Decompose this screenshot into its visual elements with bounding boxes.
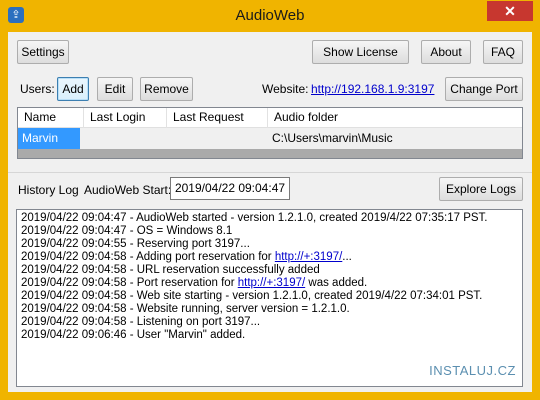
website-link[interactable]: http://192.168.1.9:3197 <box>311 82 434 96</box>
cell-last-login[interactable] <box>84 128 167 149</box>
column-header-last-request[interactable]: Last Request <box>167 108 268 128</box>
log-link[interactable]: http://+:3197/ <box>238 277 305 289</box>
settings-button[interactable]: Settings <box>17 40 69 64</box>
log-line-text: was added. <box>305 277 368 289</box>
change-port-button[interactable]: Change Port <box>445 77 523 101</box>
log-line: 2019/04/22 09:04:58 - URL reservation su… <box>21 264 320 276</box>
faq-button[interactable]: FAQ <box>483 40 523 64</box>
log-line: 2019/04/22 09:04:58 - Adding port reserv… <box>21 251 518 264</box>
watermark-text: INSTALUJ.CZ <box>429 363 516 378</box>
add-user-button[interactable]: Add <box>57 77 89 101</box>
log-line: 2019/04/22 09:04:58 - Port reservation f… <box>21 277 518 290</box>
title-bar: ⇪ AudioWeb ✕ <box>0 0 540 32</box>
website-label: Website: <box>262 82 309 96</box>
start-time-field: 2019/04/22 09:04:47 <box>170 177 290 200</box>
log-line: 2019/04/22 09:04:55 - Reserving port 319… <box>21 238 250 250</box>
users-table-header: Name Last Login Last Request Audio folde… <box>18 108 522 128</box>
users-table[interactable]: Name Last Login Last Request Audio folde… <box>17 107 523 159</box>
cell-audio-folder[interactable]: C:\Users\marvin\Music <box>268 128 522 149</box>
log-line-text: 2019/04/22 09:04:58 - Adding port reserv… <box>21 251 275 263</box>
remove-user-button[interactable]: Remove <box>140 77 193 101</box>
edit-user-button[interactable]: Edit <box>97 77 133 101</box>
table-row[interactable]: Marvin C:\Users\marvin\Music <box>18 128 522 150</box>
column-header-name[interactable]: Name <box>18 108 84 128</box>
watermark-logo-icon <box>453 298 514 357</box>
start-time-label: AudioWeb Start: <box>84 183 172 197</box>
cell-name[interactable]: Marvin <box>18 128 80 149</box>
log-line: 2019/04/22 09:04:47 - OS = Windows 8.1 <box>21 225 233 237</box>
column-header-audio-folder[interactable]: Audio folder <box>268 108 522 128</box>
show-license-button[interactable]: Show License <box>312 40 409 64</box>
history-log-label: History Log <box>18 183 79 197</box>
log-line-text: ... <box>342 251 352 263</box>
log-link[interactable]: http://+:3197/ <box>275 251 342 263</box>
window-title: AudioWeb <box>235 7 305 24</box>
explore-logs-button[interactable]: Explore Logs <box>439 177 523 201</box>
close-button[interactable]: ✕ <box>487 1 533 21</box>
column-header-last-login[interactable]: Last Login <box>84 108 167 128</box>
main-panel: Settings Show License About FAQ Users: A… <box>8 32 532 392</box>
divider <box>8 172 532 173</box>
log-line-text: 2019/04/22 09:04:58 - Port reservation f… <box>21 277 238 289</box>
about-button[interactable]: About <box>421 40 471 64</box>
log-line: 2019/04/22 09:04:47 - AudioWeb started -… <box>21 212 488 224</box>
users-label: Users: <box>20 82 55 96</box>
cell-last-request[interactable] <box>167 128 268 149</box>
